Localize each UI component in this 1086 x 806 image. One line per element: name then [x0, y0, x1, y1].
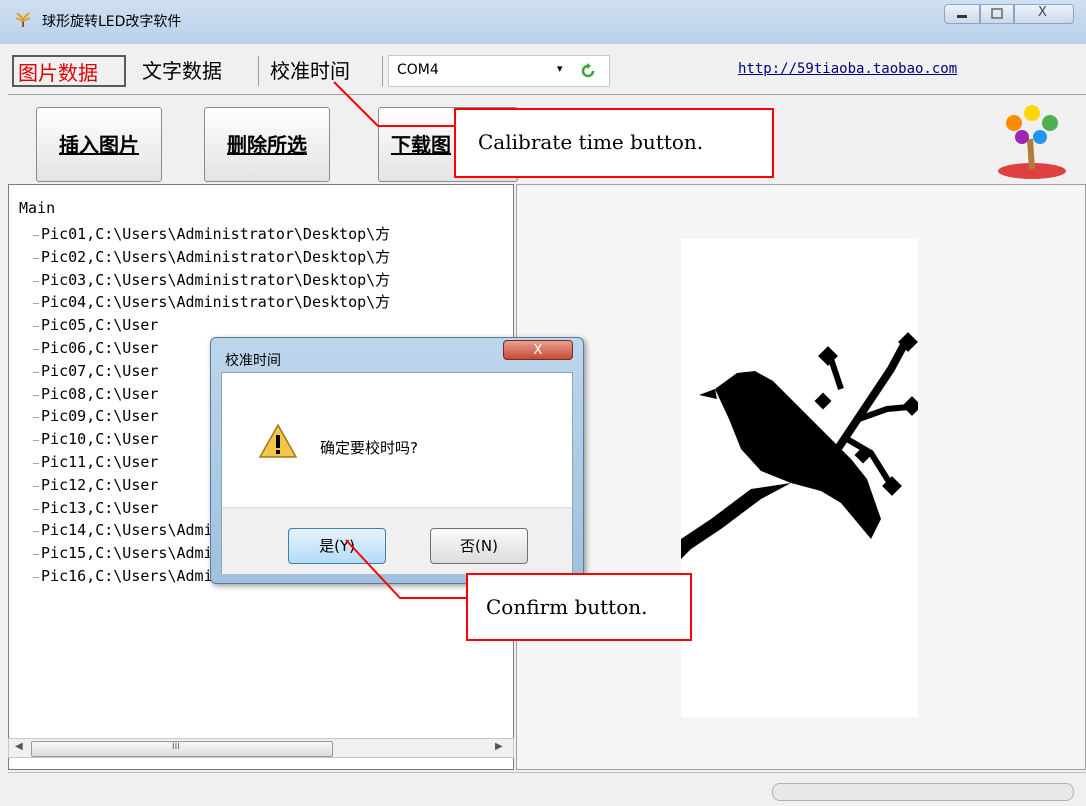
calibrate-callout: Calibrate time button.	[454, 108, 774, 178]
confirm-pointer-line	[345, 539, 466, 599]
calibrate-pointer-line	[333, 81, 456, 127]
confirm-callout: Confirm button.	[466, 573, 692, 641]
